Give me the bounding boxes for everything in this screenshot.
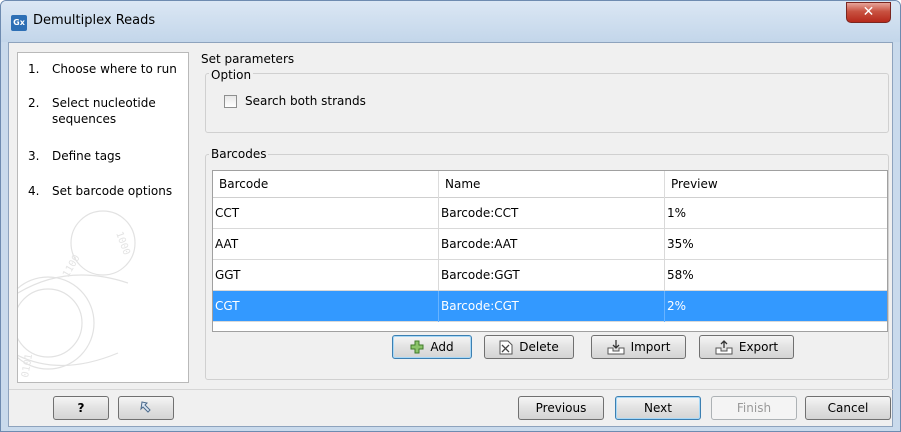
help-button[interactable]: ? bbox=[53, 396, 109, 420]
app-icon: Gx bbox=[11, 15, 27, 31]
window-title: Demultiplex Reads bbox=[33, 13, 156, 28]
next-button[interactable]: Next bbox=[615, 396, 701, 420]
cell-name: Barcode:GGT bbox=[439, 260, 665, 291]
cell-barcode: CGT bbox=[213, 291, 439, 322]
close-button[interactable]: ✕ bbox=[846, 2, 891, 23]
table-row[interactable]: GGT Barcode:GGT 58% bbox=[213, 260, 887, 291]
wizard-steps-panel: 1. Choose where to run 2. Select nucleot… bbox=[17, 52, 189, 383]
step-set-barcode-options[interactable]: 4. Set barcode options bbox=[28, 183, 186, 199]
step-define-tags[interactable]: 3. Define tags bbox=[28, 148, 186, 164]
search-both-strands-checkbox[interactable] bbox=[224, 95, 237, 108]
step-label: Set barcode options bbox=[52, 184, 173, 198]
next-button-label: Next bbox=[644, 401, 672, 415]
previous-button[interactable]: Previous bbox=[518, 396, 604, 420]
step-number: 1. bbox=[28, 62, 40, 76]
dialog-body: 1. Choose where to run 2. Select nucleot… bbox=[8, 42, 894, 427]
add-button[interactable]: Add bbox=[392, 335, 472, 359]
export-button-label: Export bbox=[738, 340, 779, 354]
reset-icon bbox=[140, 401, 151, 413]
delete-document-icon bbox=[499, 340, 513, 354]
import-button[interactable]: Import bbox=[591, 335, 686, 359]
step-label: Select nucleotide sequences bbox=[52, 96, 156, 126]
table-row[interactable]: CCT Barcode:CCT 1% bbox=[213, 198, 887, 229]
plus-icon bbox=[410, 340, 424, 354]
step-select-nucleotide-sequences[interactable]: 2. Select nucleotide sequences bbox=[28, 95, 186, 127]
cell-preview: 58% bbox=[667, 268, 694, 282]
cell-barcode: GGT bbox=[213, 260, 439, 291]
cell-preview: 35% bbox=[667, 237, 694, 251]
export-icon bbox=[715, 340, 733, 355]
step-number: 2. bbox=[28, 96, 40, 110]
table-row-selected[interactable]: CGT Barcode:CGT 2% bbox=[213, 291, 887, 322]
step-label: Define tags bbox=[52, 149, 121, 163]
cell-barcode: CCT bbox=[213, 198, 439, 229]
finish-button: Finish bbox=[711, 396, 797, 420]
dialog-window: Gx Demultiplex Reads ✕ 1. Choose where t… bbox=[0, 0, 901, 432]
delete-button[interactable]: Delete bbox=[484, 335, 574, 359]
delete-button-label: Delete bbox=[519, 340, 559, 354]
table-row[interactable]: AAT Barcode:AAT 35% bbox=[213, 229, 887, 260]
title-bar[interactable]: Gx Demultiplex Reads ✕ bbox=[1, 1, 900, 42]
help-icon: ? bbox=[77, 401, 85, 415]
step-label: Choose where to run bbox=[52, 62, 177, 76]
finish-button-label: Finish bbox=[736, 401, 772, 415]
import-icon bbox=[607, 340, 625, 355]
column-header-preview[interactable]: Preview bbox=[665, 171, 887, 198]
cancel-button[interactable]: Cancel bbox=[805, 396, 891, 420]
table-header: Barcode Name Preview bbox=[213, 171, 887, 198]
cell-name: Barcode:CCT bbox=[439, 198, 665, 229]
search-both-strands-label: Search both strands bbox=[245, 94, 366, 108]
step-number: 3. bbox=[28, 149, 40, 163]
dna-watermark-icon: 1000 1100 0101 bbox=[18, 210, 136, 379]
svg-text:1000: 1000 bbox=[113, 230, 132, 256]
svg-text:0101: 0101 bbox=[20, 353, 35, 379]
step-number: 4. bbox=[28, 184, 40, 198]
footer-separator bbox=[9, 389, 894, 390]
add-button-label: Add bbox=[430, 340, 454, 354]
reset-button[interactable] bbox=[118, 396, 174, 420]
column-header-barcode[interactable]: Barcode bbox=[213, 171, 439, 198]
option-group-legend: Option bbox=[209, 68, 254, 82]
barcodes-group-legend: Barcodes bbox=[209, 147, 269, 161]
cell-preview: 2% bbox=[667, 299, 687, 313]
barcodes-table[interactable]: Barcode Name Preview CCT Barcode:CCT 1% … bbox=[212, 170, 888, 332]
cell-name: Barcode:AAT bbox=[439, 229, 665, 260]
import-button-label: Import bbox=[630, 340, 671, 354]
cell-barcode: AAT bbox=[213, 229, 439, 260]
section-title: Set parameters bbox=[201, 52, 295, 66]
cancel-button-label: Cancel bbox=[827, 401, 869, 415]
export-button[interactable]: Export bbox=[699, 335, 794, 359]
step-choose-where-to-run[interactable]: 1. Choose where to run bbox=[28, 61, 186, 77]
previous-button-label: Previous bbox=[535, 401, 587, 415]
cell-preview: 1% bbox=[667, 206, 687, 220]
cell-name: Barcode:CGT bbox=[439, 291, 665, 322]
column-header-name[interactable]: Name bbox=[439, 171, 665, 198]
